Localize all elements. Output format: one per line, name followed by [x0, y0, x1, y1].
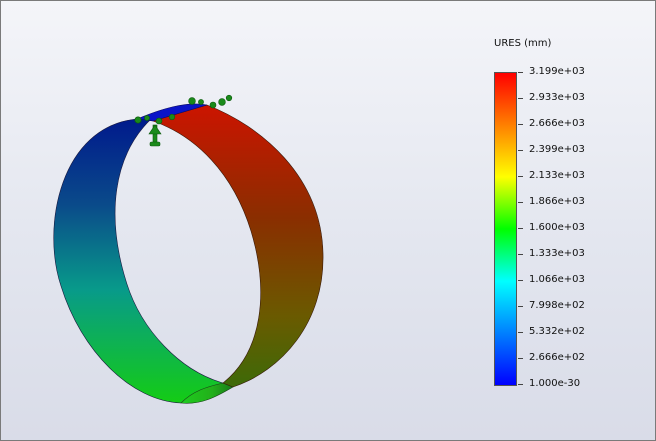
legend-tick-label: 1.066e+03 [529, 274, 585, 285]
legend-tick-label: 2.666e+03 [529, 118, 585, 129]
legend-tick-mark [518, 228, 523, 229]
legend-tick-mark [518, 98, 523, 99]
legend-tick-label: 1.866e+03 [529, 196, 585, 207]
legend-tick-label: 2.933e+03 [529, 92, 585, 103]
legend-tick-label: 2.399e+03 [529, 144, 585, 155]
legend-tick-mark [518, 306, 523, 307]
legend-tick-mark [518, 280, 523, 281]
legend-tick-label: 2.666e+02 [529, 352, 585, 363]
legend-tick-mark [518, 176, 523, 177]
legend-colorbar [494, 72, 517, 386]
legend-tick-label: 7.998e+02 [529, 300, 585, 311]
legend-tick-mark [518, 150, 523, 151]
ring-band-left [53, 118, 224, 404]
legend-tick-label: 1.000e-30 [529, 378, 581, 389]
legend-tick-label: 3.199e+03 [529, 66, 585, 77]
legend-tick-mark [518, 254, 523, 255]
legend-tick-label: 1.600e+03 [529, 222, 585, 233]
legend-tick-mark [518, 358, 523, 359]
legend-tick-label: 1.333e+03 [529, 248, 585, 259]
ring-band-right [152, 104, 324, 388]
legend-tick-mark [518, 384, 523, 385]
graphics-viewport[interactable]: URES (mm) 3.199e+03 2.933e+03 2.666e+03 2.3… [0, 0, 656, 441]
legend-title: URES (mm) [494, 38, 552, 49]
legend-tick-mark [518, 124, 523, 125]
legend-tick-mark [518, 72, 523, 73]
legend-tick-label: 5.332e+02 [529, 326, 585, 337]
legend-tick-mark [518, 202, 523, 203]
legend-tick-mark [518, 332, 523, 333]
legend-tick-label: 2.133e+03 [529, 170, 585, 181]
